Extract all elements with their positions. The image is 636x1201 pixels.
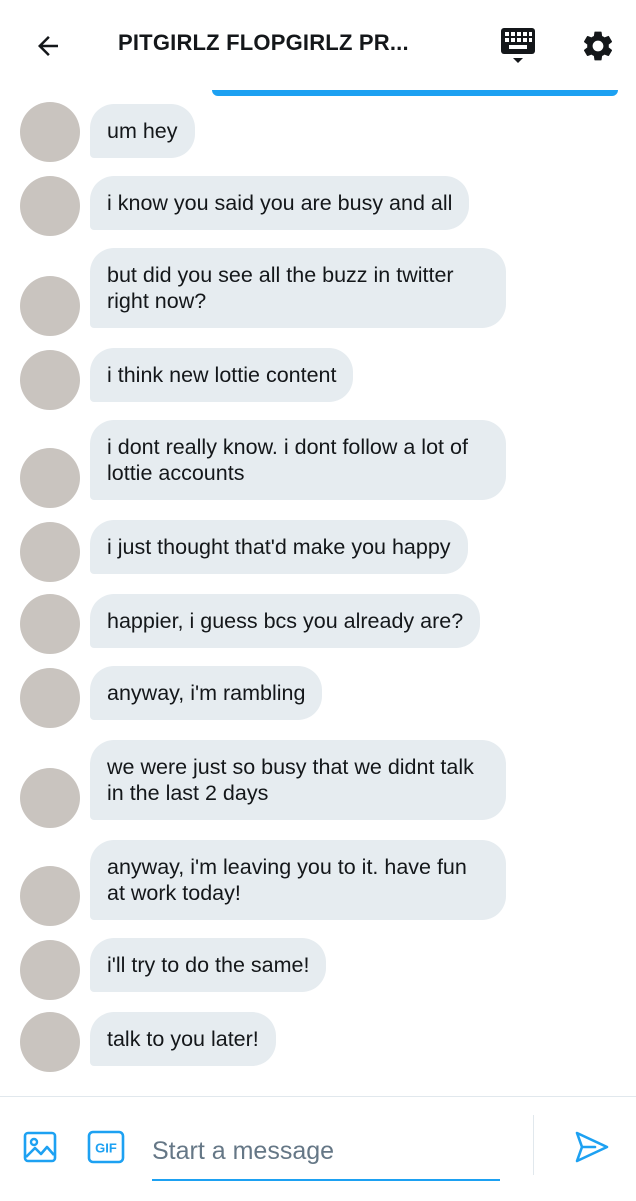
composer-divider [533,1115,534,1175]
header-accent-line [212,90,618,96]
gif-label: GIF [95,1141,117,1156]
avatar[interactable] [20,768,80,828]
message-bubble[interactable]: we were just so busy that we didnt talk … [90,740,506,820]
avatar[interactable] [20,102,80,162]
avatar[interactable] [20,594,80,654]
message-composer: GIF [0,1096,636,1201]
message-bubble[interactable]: happier, i guess bcs you already are? [90,594,481,648]
conversation-header: PITGIRLZ FLOPGIRLZ PR... [0,0,636,92]
message-bubble[interactable]: but did you see all the buzz in twitter … [90,248,506,328]
message-bubble[interactable]: anyway, i'm leaving you to it. have fun … [90,840,506,920]
message-bubble[interactable]: i think new lottie content [90,348,354,402]
avatar[interactable] [20,350,80,410]
keyboard-icon [501,28,535,63]
avatar[interactable] [20,940,80,1000]
avatar[interactable] [20,668,80,728]
avatar[interactable] [20,1012,80,1072]
message-bubble[interactable]: i know you said you are busy and all [90,176,470,230]
avatar[interactable] [20,448,80,508]
gif-icon: GIF [87,1130,125,1164]
avatar[interactable] [20,276,80,336]
gear-icon [583,31,613,61]
keyboard-toggle-button[interactable] [496,24,540,68]
back-button[interactable] [28,26,68,66]
message-bubble[interactable]: um hey [90,104,195,158]
avatar[interactable] [20,176,80,236]
conversation-title[interactable]: PITGIRLZ FLOPGIRLZ PR... [118,30,448,56]
send-icon [575,1131,609,1163]
message-bubble[interactable]: i just thought that'd make you happy [90,520,468,574]
image-icon [23,1131,57,1163]
back-arrow-icon [38,36,58,56]
settings-button[interactable] [576,24,620,68]
send-button[interactable] [568,1123,616,1171]
message-bubble[interactable]: i dont really know. i dont follow a lot … [90,420,506,500]
message-bubble[interactable]: i'll try to do the same! [90,938,327,992]
add-gif-button[interactable]: GIF [86,1127,126,1167]
message-list[interactable]: um hey i know you said you are busy and … [0,100,636,1090]
message-input[interactable] [152,1123,500,1181]
message-bubble[interactable]: talk to you later! [90,1012,276,1066]
avatar[interactable] [20,866,80,926]
message-bubble[interactable]: anyway, i'm rambling [90,666,323,720]
add-image-button[interactable] [20,1127,60,1167]
avatar[interactable] [20,522,80,582]
